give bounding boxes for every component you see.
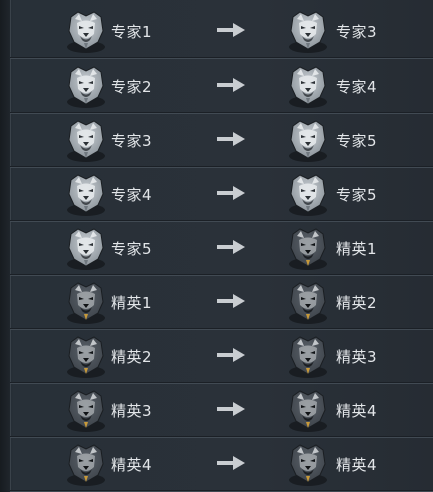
rank-row: 精英1 精英2 <box>10 276 433 330</box>
next-rank-label: 专家3 <box>336 23 378 41</box>
rank-row: 专家5 精英1 <box>10 222 433 276</box>
rank-row: 专家2 专家4 <box>10 60 433 114</box>
right-arrow-icon <box>216 400 246 418</box>
elite-wolf-badge-icon <box>286 280 330 326</box>
current-rank-label: 专家2 <box>111 78 153 96</box>
rank-row: 专家4 专家5 <box>10 168 433 222</box>
next-rank-label: 专家5 <box>336 186 378 204</box>
right-arrow-icon <box>216 292 246 310</box>
right-arrow-icon <box>216 346 246 364</box>
expert-wolf-badge-icon <box>64 64 108 110</box>
right-arrow-icon <box>216 238 246 256</box>
elite-wolf-badge-icon <box>286 334 330 380</box>
current-rank-label: 专家4 <box>111 186 153 204</box>
right-arrow-icon <box>216 21 246 39</box>
current-rank-label: 精英1 <box>111 294 153 312</box>
elite-wolf-badge-icon <box>64 280 108 326</box>
current-rank-label: 专家1 <box>111 23 153 41</box>
next-rank-label: 精英3 <box>336 348 378 366</box>
current-rank-label: 精英4 <box>111 456 153 474</box>
expert-wolf-badge-icon <box>286 64 330 110</box>
current-rank-label: 精英2 <box>111 348 153 366</box>
next-rank-label: 精英4 <box>336 456 378 474</box>
expert-wolf-badge-icon <box>286 9 330 55</box>
next-rank-label: 专家4 <box>336 78 378 96</box>
next-rank-label: 精英2 <box>336 294 378 312</box>
next-rank-label: 精英4 <box>336 402 378 420</box>
expert-wolf-badge-icon <box>64 118 108 164</box>
expert-wolf-badge-icon <box>64 226 108 272</box>
elite-wolf-badge-icon <box>64 388 108 434</box>
elite-wolf-badge-icon <box>286 388 330 434</box>
rank-row: 精英2 精英3 <box>10 330 433 384</box>
expert-wolf-badge-icon <box>64 172 108 218</box>
rank-row: 精英4 精英4 <box>10 438 433 492</box>
elite-wolf-badge-icon <box>64 442 108 488</box>
right-arrow-icon <box>216 184 246 202</box>
next-rank-label: 专家5 <box>336 132 378 150</box>
current-rank-label: 精英3 <box>111 402 153 420</box>
elite-wolf-badge-icon <box>64 334 108 380</box>
current-rank-label: 专家5 <box>111 240 153 258</box>
next-rank-label: 精英1 <box>336 240 378 258</box>
expert-wolf-badge-icon <box>286 118 330 164</box>
right-arrow-icon <box>216 454 246 472</box>
expert-wolf-badge-icon <box>64 9 108 55</box>
current-rank-label: 专家3 <box>111 132 153 150</box>
elite-wolf-badge-icon <box>286 226 330 272</box>
rank-row: 专家3 专家5 <box>10 114 433 168</box>
rank-row: 精英3 精英4 <box>10 384 433 438</box>
expert-wolf-badge-icon <box>286 172 330 218</box>
right-arrow-icon <box>216 76 246 94</box>
elite-wolf-badge-icon <box>286 442 330 488</box>
rank-progression-list: 专家1 专家3 专家2 专家4 专家3 专家5 专家4 专家5 专家5 精英1 … <box>0 0 433 492</box>
right-arrow-icon <box>216 130 246 148</box>
rank-row: 专家1 专家3 <box>10 5 433 59</box>
